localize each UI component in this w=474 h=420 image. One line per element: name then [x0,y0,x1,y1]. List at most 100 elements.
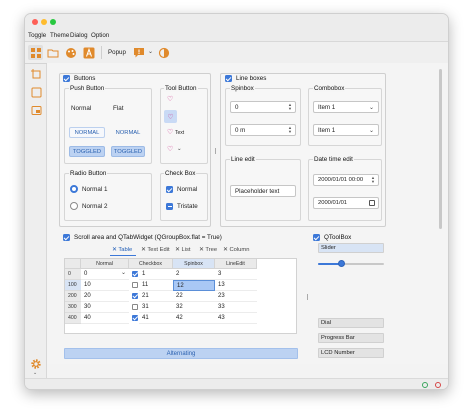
table-cell-check-value[interactable]: 31 [139,302,173,313]
table-cell-spinbox[interactable]: 32 [173,302,215,313]
table-cell-normal[interactable]: 30 [81,302,129,313]
toolbox-checkbox[interactable] [313,234,320,241]
date-time-edit[interactable]: 2000/01/01 00:00 ▲ ▼ [313,174,379,186]
heart-toggled-icon[interactable]: ♡ [164,110,177,123]
table-cell-spinbox[interactable]: 22 [173,291,215,302]
line-edit-input[interactable]: Placeholder text [230,185,296,197]
table-cell-lineedit[interactable]: 3 [215,269,257,280]
spinbox-field-1[interactable]: 0 ▲ ▼ [230,101,296,113]
close-icon[interactable]: ✕ [199,247,204,253]
row-header[interactable]: 200 [65,291,81,302]
close-icon[interactable]: ✕ [223,247,228,253]
line-boxes-checkbox[interactable] [225,75,232,82]
chevron-down-icon[interactable]: ⌄ [369,127,374,134]
chevron-down-icon[interactable]: ⌄ [369,104,374,111]
table-cell-lineedit[interactable]: 23 [215,291,257,302]
popup-label[interactable]: Popup [108,49,126,56]
horizontal-splitter[interactable] [214,73,217,227]
toolbox-slider-tab[interactable]: Slider [318,243,384,253]
crop-icon[interactable] [29,67,43,81]
spinbox-field-2[interactable]: 0 m ▲ ▼ [230,124,296,136]
toolbox-lcd-number-tab[interactable]: LCD Number [318,348,384,358]
menu-dialog[interactable]: Dialog [70,32,88,39]
tab-column[interactable]: ✕ Column [223,247,249,256]
table-row-checkbox[interactable] [132,282,138,288]
table-corner[interactable] [65,259,81,269]
normal-button[interactable]: Normal [71,105,91,112]
gear-icon[interactable] [29,357,43,371]
table-row-checkbox[interactable] [132,315,138,321]
column-header-lineedit[interactable]: LineEdit [215,259,257,269]
spin-arrows-icon[interactable]: ▲ ▼ [288,103,292,111]
grid-icon[interactable] [28,45,43,60]
scrollbar-track[interactable] [438,67,443,355]
column-header-spinbox[interactable]: Spinbox [173,259,215,269]
data-table[interactable]: Normal Checkbox Spinbox LineEdit 0 0 1 2… [64,258,297,334]
calendar-icon[interactable] [369,200,375,206]
column-header-checkbox[interactable]: Checkbox [129,259,173,269]
scrollbar-thumb[interactable] [439,69,442,229]
close-icon[interactable]: ✕ [175,247,180,253]
picture-in-picture-icon[interactable] [29,103,43,117]
table-cell-spinbox[interactable]: 2 [173,269,215,280]
table-cell-spinbox-selected[interactable]: 12 [173,280,215,291]
splitter-handle[interactable] [215,148,216,154]
square-icon[interactable] [29,85,43,99]
heart-icon[interactable]: ♡ [167,95,173,103]
vertical-splitter[interactable] [59,228,399,231]
table-cell-check-value[interactable]: 21 [139,291,173,302]
menu-theme[interactable]: Theme [50,32,69,39]
normal-flat-button[interactable]: NORMAL [111,127,145,138]
table-cell-normal[interactable]: 40 [81,313,129,324]
toggled-button[interactable]: TOGGLED [69,146,105,157]
normal-outlined-button[interactable]: NORMAL [69,127,105,138]
row-header[interactable]: 400 [65,313,81,324]
heart-icon[interactable]: ♡ [167,128,173,136]
table-cell-normal[interactable]: 10 [81,280,129,291]
menu-toggle[interactable]: Toggle [28,32,46,39]
column-header-normal[interactable]: Normal [81,259,129,269]
tristate-checkbox[interactable] [166,203,173,210]
toolbox-progress-bar-tab[interactable]: Progress Bar [318,333,384,343]
row-header[interactable]: 0 [65,269,81,280]
slider-handle[interactable] [337,260,345,267]
menu-option[interactable]: Option [91,32,109,39]
scroll-area-checkbox[interactable] [63,234,70,241]
folder-icon[interactable] [45,45,60,60]
tab-tree[interactable]: ✕ Tree [199,247,217,256]
spin-arrows-icon[interactable]: ▲ ▼ [288,126,292,134]
toggled-flat-button[interactable]: TOGGLED [111,146,145,157]
table-cell-lineedit[interactable]: 13 [215,280,257,291]
chevron-down-icon[interactable]: ⌄ [33,370,37,376]
table-cell-lineedit[interactable]: 43 [215,313,257,324]
buttons-group-checkbox[interactable] [63,75,70,82]
palette-icon[interactable] [63,45,78,60]
row-header[interactable]: 100 [65,280,81,291]
heart-menu-icon[interactable]: ♡ [167,145,173,153]
tab-text-edit[interactable]: ✕ Text Edit [141,247,170,256]
contrast-icon[interactable] [156,45,171,60]
horizontal-splitter[interactable] [306,232,309,362]
table-row-checkbox[interactable] [132,293,138,299]
font-icon[interactable] [81,45,96,60]
toolbox-dial-tab[interactable]: Dial [318,318,384,328]
normal-checkbox[interactable] [166,186,173,193]
alternating-button[interactable]: Alternating [64,348,298,359]
table-row-checkbox[interactable] [132,304,138,310]
close-window-button[interactable] [32,19,38,25]
tool-button-text[interactable]: Text [175,130,184,136]
table-row-checkbox[interactable] [132,271,138,277]
splitter-handle[interactable] [307,294,308,300]
zoom-window-button[interactable] [50,19,56,25]
date-edit[interactable]: 2000/01/01 [313,197,379,209]
close-icon[interactable]: ✕ [141,247,146,253]
combobox-2[interactable]: Item 1 ⌄ [313,124,379,136]
close-icon[interactable]: ✕ [112,247,117,253]
table-cell-check-value[interactable]: 41 [139,313,173,324]
table-cell-normal[interactable]: 20 [81,291,129,302]
minimize-window-button[interactable] [41,19,47,25]
slider-track[interactable] [318,263,384,265]
message-icon[interactable] [131,45,146,60]
chevron-down-icon[interactable]: ⌄ [148,48,153,55]
table-cell-check-value[interactable]: 11 [139,280,173,291]
